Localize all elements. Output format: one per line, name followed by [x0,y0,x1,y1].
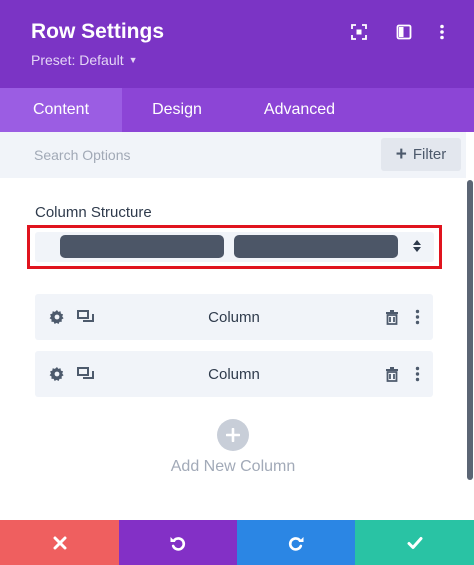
modal-title: Row Settings [31,20,165,43]
more-vertical-icon[interactable] [432,22,452,42]
column-structure-label: Column Structure [35,204,152,221]
column-row[interactable]: Column [35,294,433,340]
plus-icon [226,428,240,442]
preset-dropdown[interactable]: Preset: Default ▼ [31,52,138,68]
sidebar-toggle-icon[interactable] [394,22,414,42]
gear-icon[interactable] [47,307,67,327]
tab-design[interactable]: Design [122,88,232,132]
column-preview-2 [234,235,398,258]
more-vertical-icon[interactable] [407,364,427,384]
panel-scrollbar[interactable] [466,132,474,520]
redo-icon [288,536,304,551]
duplicate-icon[interactable] [76,307,96,327]
plus-icon: + [395,144,407,165]
trash-icon[interactable] [382,307,402,327]
close-icon [53,536,66,549]
duplicate-icon[interactable] [76,364,96,384]
add-column-label[interactable]: Add New Column [0,458,466,476]
check-icon [407,536,422,549]
gear-icon[interactable] [47,364,67,384]
save-button[interactable] [355,520,474,565]
column-preview-1 [60,235,224,258]
preset-label: Preset: Default [31,52,124,68]
filter-label: Filter [412,146,447,163]
tab-content[interactable]: Content [0,88,122,132]
more-vertical-icon[interactable] [407,307,427,327]
search-input[interactable] [26,142,356,168]
select-arrows-icon[interactable] [412,237,422,255]
tab-advanced[interactable]: Advanced [232,88,367,132]
modal-footer [0,520,474,565]
add-column-button[interactable] [217,419,249,451]
scrollbar-thumb[interactable] [467,180,473,480]
redo-button[interactable] [237,520,355,565]
trash-icon[interactable] [382,364,402,384]
filter-button[interactable]: + Filter [381,138,461,171]
column-structure-select[interactable] [27,225,442,269]
undo-icon [170,536,186,551]
cancel-button[interactable] [0,520,119,565]
modal-header: Row Settings Preset: Default ▼ [0,0,474,88]
caret-down-icon: ▼ [128,55,138,65]
focus-icon[interactable] [349,22,369,42]
column-row[interactable]: Column [35,351,433,397]
settings-tabs: Content Design Advanced [0,88,474,132]
undo-button[interactable] [119,520,237,565]
